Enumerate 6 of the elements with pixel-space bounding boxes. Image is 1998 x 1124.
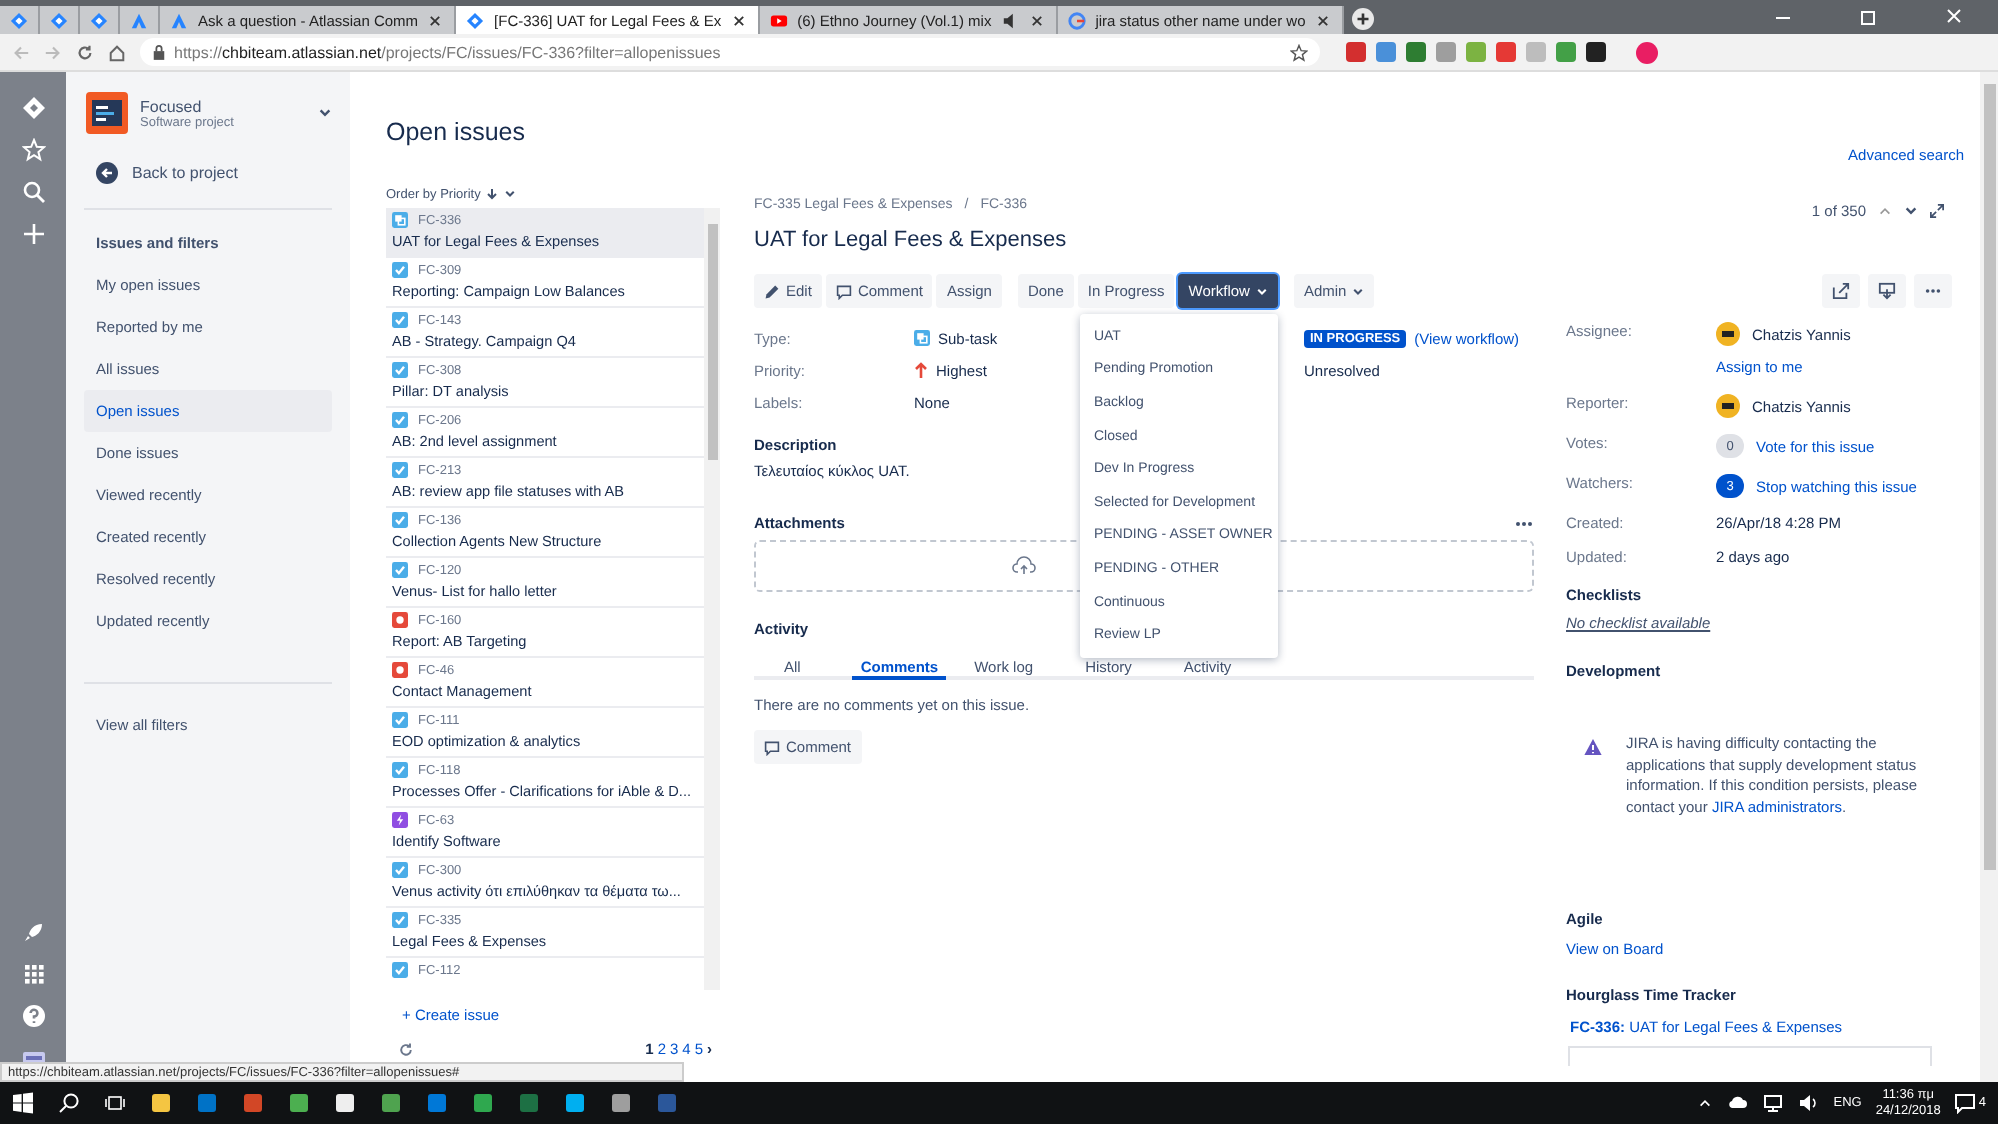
page-title: Open issues: [386, 118, 527, 150]
url-text: https://chbiteam.atlassian.net/projects/FC/issues/FC-336?filter=allopenissues: [174, 43, 721, 61]
issue-title: UAT for Legal Fees & Expenses: [754, 228, 1067, 252]
project-name: Focused: [140, 97, 204, 115]
back-link[interactable]: Back to project: [96, 162, 332, 184]
address-bar[interactable]: https://chbiteam.atlassian.net/projects/FC/issues/FC-336?filter=allopenissues: [140, 38, 1320, 66]
